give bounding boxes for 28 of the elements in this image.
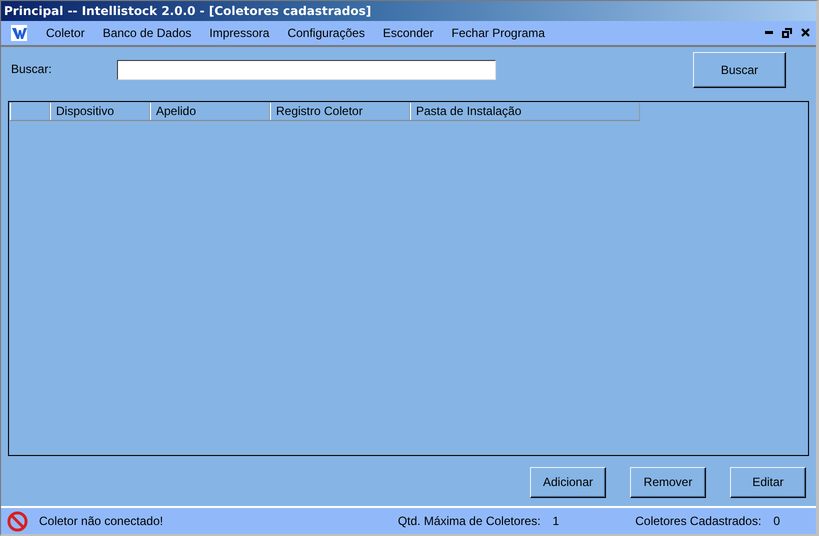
registered-collectors-value: 0 xyxy=(773,514,780,528)
column-header[interactable]: Pasta de Instalação xyxy=(410,103,640,120)
menu-item[interactable]: Banco de Dados xyxy=(94,26,200,40)
menu-item[interactable]: Coletor xyxy=(37,26,94,40)
close-icon[interactable] xyxy=(801,28,810,38)
edit-button[interactable]: Editar xyxy=(730,466,806,498)
status-message: Coletor não conectado! xyxy=(39,514,164,528)
restore-icon[interactable] xyxy=(782,28,792,38)
minimize-icon[interactable] xyxy=(765,31,773,34)
menu-item[interactable]: Configurações xyxy=(278,26,374,40)
column-header[interactable]: Apelido xyxy=(150,103,270,120)
add-button[interactable]: Adicionar xyxy=(530,466,606,498)
no-entry-icon xyxy=(7,510,28,532)
remove-button[interactable]: Remover xyxy=(630,466,706,498)
search-label: Buscar: xyxy=(11,62,53,76)
column-header[interactable]: Dispositivo xyxy=(50,103,150,120)
logo-icon xyxy=(11,24,27,41)
window-title: Principal -- Intellistock 2.0.0 - [Coletores cadastrados] xyxy=(4,4,372,18)
max-collectors-value: 1 xyxy=(552,514,560,528)
menu-item[interactable]: Impressora xyxy=(200,26,278,40)
search-button[interactable]: Buscar xyxy=(693,52,786,88)
header-corner xyxy=(10,103,50,120)
menu-item[interactable]: Esconder xyxy=(374,26,443,40)
max-collectors-label: Qtd. Máxima de Coletores: xyxy=(398,514,541,528)
registered-collectors-label: Coletores Cadastrados: xyxy=(635,514,762,528)
menu-item[interactable]: Fechar Programa xyxy=(442,26,554,40)
search-field[interactable] xyxy=(117,60,496,80)
column-header[interactable]: Registro Coletor xyxy=(270,103,410,120)
